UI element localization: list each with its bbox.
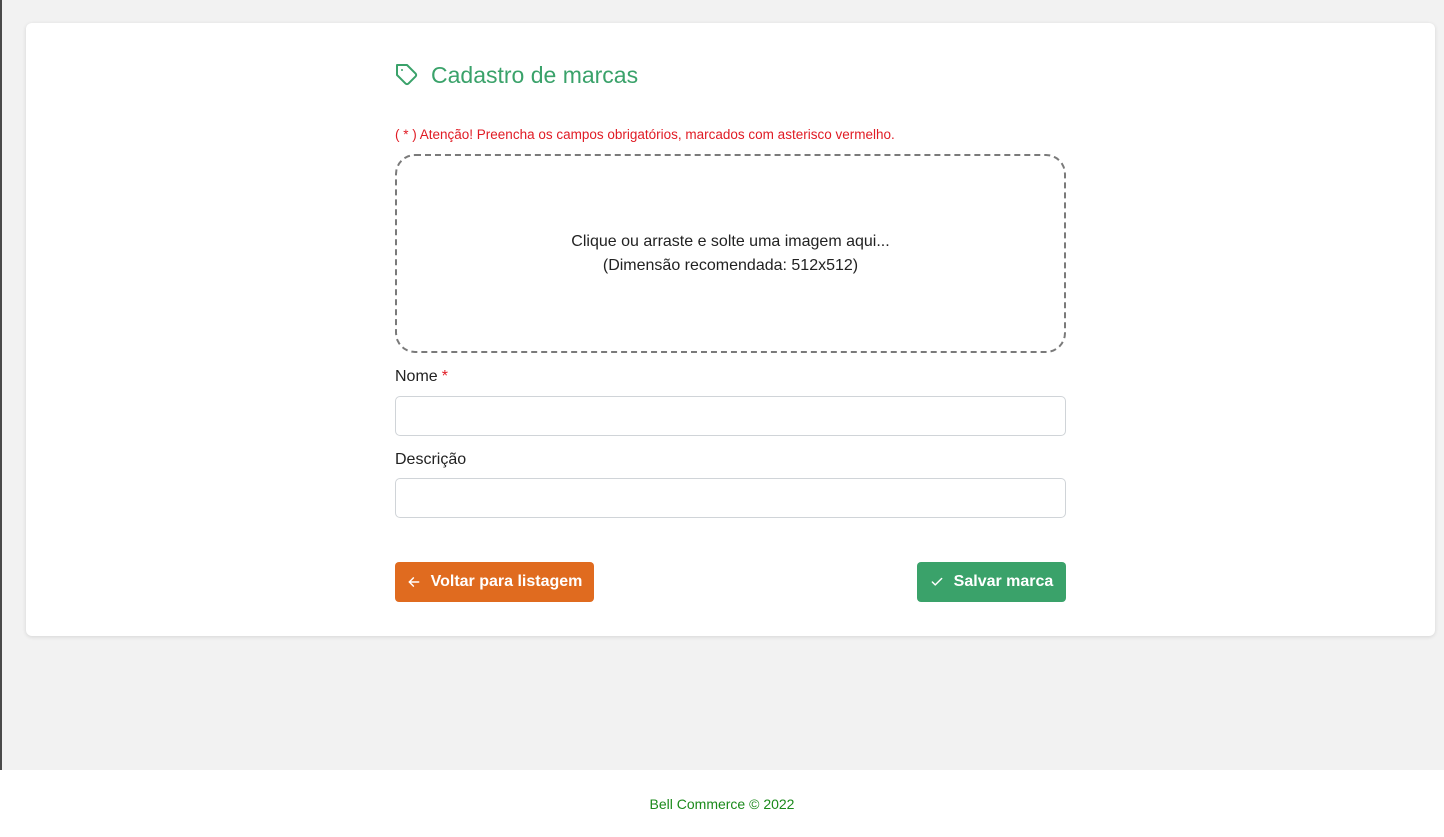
name-label: Nome * — [395, 368, 448, 386]
footer: Bell Commerce © 2022 — [0, 770, 1444, 837]
back-button-label: Voltar para listagem — [430, 573, 583, 590]
arrow-left-icon — [407, 575, 431, 589]
page-header: Cadastro de marcas — [395, 61, 638, 89]
required-fields-warning: ( * ) Atenção! Preencha os campos obriga… — [395, 127, 895, 142]
check-icon — [930, 575, 954, 589]
image-dropzone[interactable]: Clique ou arraste e solte uma imagem aqu… — [395, 154, 1066, 353]
dropzone-instruction: Clique ou arraste e solte uma imagem aqu… — [571, 232, 890, 250]
description-label: Descrição — [395, 451, 467, 468]
window-left-edge — [0, 0, 2, 770]
name-input[interactable] — [395, 396, 1066, 436]
tag-icon — [395, 63, 419, 87]
page-title: Cadastro de marcas — [431, 61, 639, 88]
required-asterisk: * — [441, 368, 448, 385]
save-button-label: Salvar marca — [953, 573, 1054, 590]
save-brand-button[interactable]: Salvar marca — [917, 562, 1066, 602]
back-to-list-button[interactable]: Voltar para listagem — [395, 562, 594, 602]
description-input[interactable] — [395, 478, 1066, 518]
footer-copyright: Bell Commerce © 2022 — [649, 795, 795, 812]
dropzone-dimension-hint: (Dimensão recomendada: 512x512) — [602, 256, 859, 274]
name-label-text: Nome — [395, 368, 438, 385]
form-card: Cadastro de marcas ( * ) Atenção! Preenc… — [26, 23, 1435, 636]
